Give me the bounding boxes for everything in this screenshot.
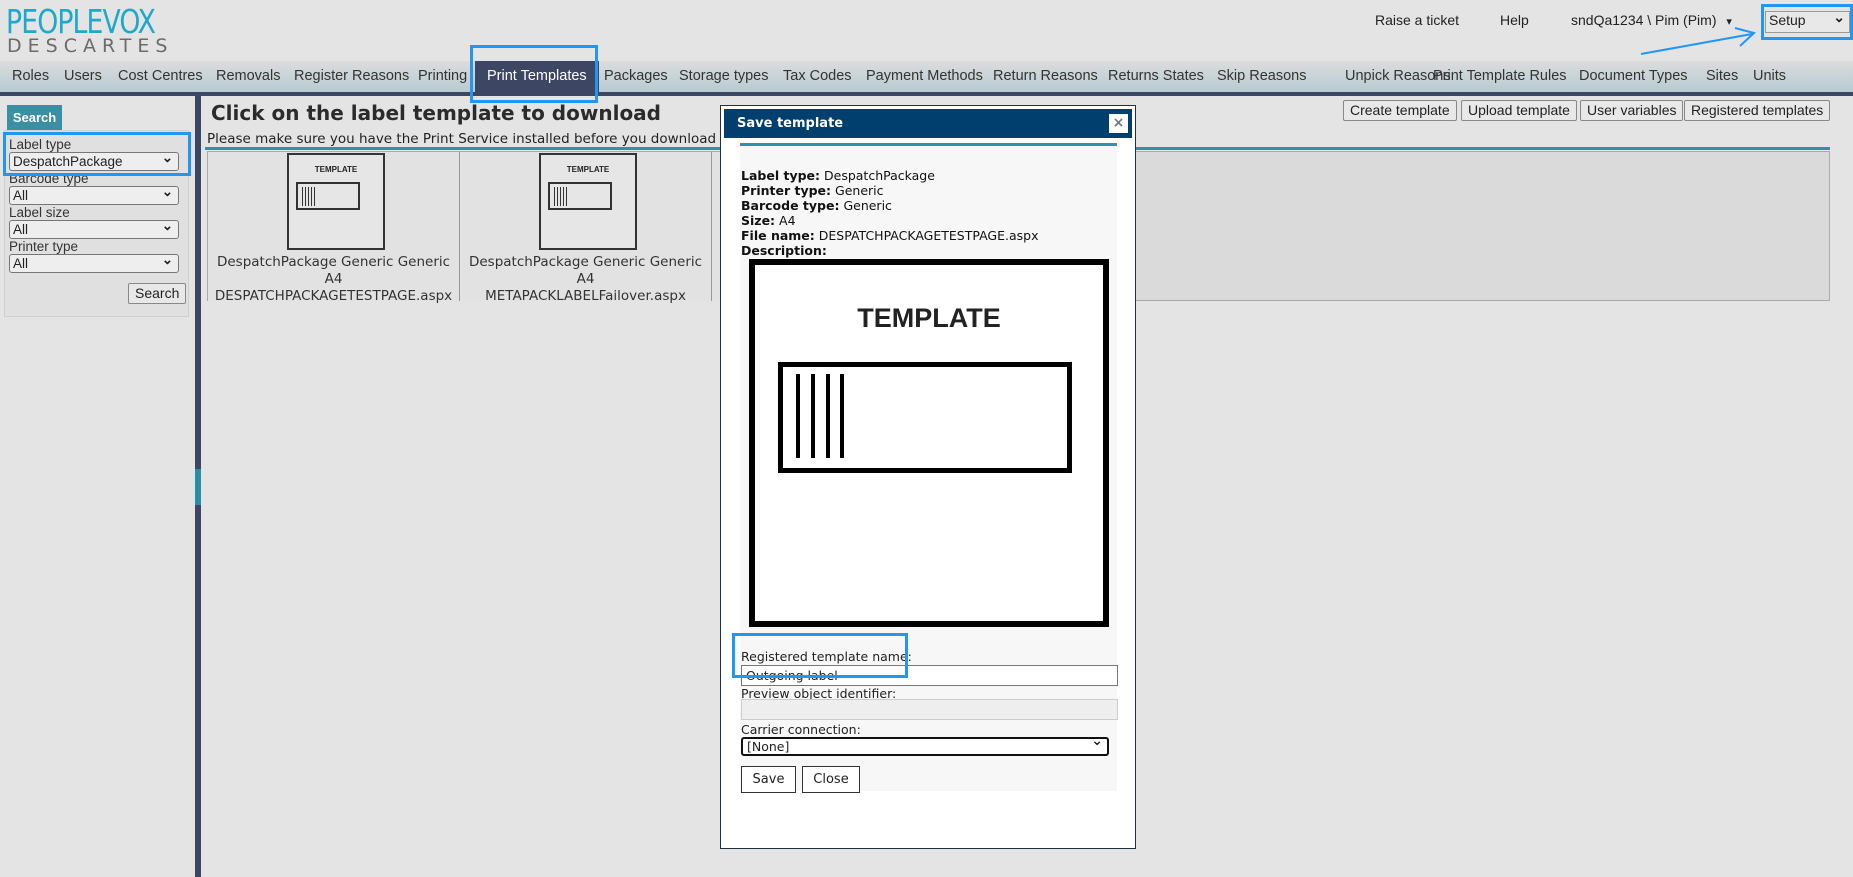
template-thumbnail: TEMPLATE: [539, 153, 637, 250]
info-value: DESPATCHPACKAGETESTPAGE.aspx: [818, 228, 1039, 243]
template-tile[interactable]: TEMPLATE DespatchPackage Generic Generic…: [208, 152, 460, 304]
registered-name-input[interactable]: Outgoing label: [741, 665, 1118, 686]
nav-item-units[interactable]: Units: [1753, 61, 1786, 92]
template-preview: TEMPLATE: [749, 259, 1109, 627]
info-row: Barcode type: Generic: [741, 198, 1039, 213]
info-value: A4: [779, 213, 796, 228]
info-key: Printer type:: [741, 183, 832, 198]
label-type-label: Label type: [9, 137, 72, 152]
thumb-text: TEMPLATE: [314, 165, 358, 174]
nav-item-register-reasons[interactable]: Register Reasons: [294, 61, 409, 92]
caret-down-icon: ▾: [1726, 16, 1732, 28]
splitter-handle[interactable]: [195, 469, 201, 505]
dialog-title: Save template ×: [724, 109, 1132, 138]
info-key: Description:: [741, 243, 827, 258]
info-key: Label type:: [741, 168, 821, 183]
nav-item-printing[interactable]: Printing: [418, 61, 467, 92]
nav-item-storage-types[interactable]: Storage types: [679, 61, 768, 92]
template-caption-line1: DespatchPackage Generic Generic A4: [216, 254, 451, 287]
info-row: Label type: DespatchPackage: [741, 168, 1039, 183]
close-icon[interactable]: ×: [1109, 114, 1128, 133]
template-caption-line2: METAPACKLABELFailover.aspx: [485, 288, 686, 304]
registered-name-label: Registered template name:: [741, 649, 912, 664]
nav-item-document-types[interactable]: Document Types: [1579, 61, 1688, 92]
template-info: Label type: DespatchPackage Printer type:…: [741, 168, 1039, 258]
close-button[interactable]: Close: [802, 766, 860, 793]
raise-ticket-link[interactable]: Raise a ticket: [1375, 12, 1459, 28]
upload-template-button[interactable]: Upload template: [1461, 100, 1577, 121]
info-value: Generic: [835, 183, 884, 198]
preview-id-input[interactable]: [741, 699, 1118, 720]
search-tab[interactable]: Search: [7, 105, 62, 130]
help-link[interactable]: Help: [1500, 12, 1529, 28]
logo-descartes: DESCARTES: [7, 35, 174, 57]
printer-type-label: Printer type: [9, 239, 79, 254]
info-value: DespatchPackage: [824, 168, 935, 183]
nav-item-users[interactable]: Users: [64, 61, 102, 92]
info-key: Barcode type:: [741, 198, 840, 213]
barcode-type-select[interactable]: All: [9, 183, 179, 205]
preview-text: TEMPLATE: [857, 303, 1001, 333]
nav-item-roles[interactable]: Roles: [12, 61, 49, 92]
nav-divider: [0, 92, 1853, 96]
setup-nav: Roles Users Cost Centres Removals Register R…: [0, 61, 1853, 92]
registered-templates-button[interactable]: Registered templates: [1684, 100, 1831, 121]
nav-item-tax-codes[interactable]: Tax Codes: [783, 61, 852, 92]
nav-item-skip-reasons[interactable]: Skip Reasons: [1217, 61, 1306, 92]
carrier-select[interactable]: [None]: [741, 734, 1109, 756]
print-service-note: Please make sure you have the Print Serv…: [207, 131, 720, 147]
nav-item-packages[interactable]: Packages: [604, 61, 668, 92]
nav-item-payment-methods[interactable]: Payment Methods: [866, 61, 983, 92]
save-template-dialog: Save template × Label type: DespatchPack…: [720, 105, 1136, 849]
template-caption-line2: DESPATCHPACKAGETESTPAGE.aspx: [214, 288, 453, 304]
save-button[interactable]: Save: [741, 766, 796, 793]
search-button[interactable]: Search: [128, 283, 187, 304]
setup-select-value: Setup: [1769, 12, 1806, 28]
user-name: sndQa1234 \ Pim (Pim): [1571, 12, 1717, 28]
dialog-content: Label type: DespatchPackage Printer type:…: [740, 143, 1118, 793]
printer-type-select[interactable]: All: [9, 251, 179, 273]
template-tile[interactable]: TEMPLATE DespatchPackage Generic Generic…: [460, 152, 712, 304]
label-size-label: Label size: [9, 205, 70, 220]
info-key: File name:: [741, 228, 815, 243]
nav-item-sites[interactable]: Sites: [1706, 61, 1738, 92]
label-size-select[interactable]: All: [9, 217, 179, 239]
nav-item-print-templates[interactable]: Print Templates: [475, 61, 599, 92]
info-row: Printer type: Generic: [741, 183, 1039, 198]
label-type-select[interactable]: DespatchPackage: [9, 149, 179, 171]
info-key: Size:: [741, 213, 776, 228]
info-row: File name: DESPATCHPACKAGETESTPAGE.aspx: [741, 228, 1039, 243]
chevron-down-icon: ⌄: [1833, 9, 1845, 25]
template-caption-line1: DespatchPackage Generic Generic A4: [468, 254, 703, 287]
thumb-text: TEMPLATE: [566, 165, 610, 174]
info-row: Description:: [741, 243, 1039, 258]
setup-select[interactable]: Setup ⌄: [1765, 9, 1850, 33]
nav-item-print-template-rules[interactable]: Print Template Rules: [1433, 61, 1567, 92]
nav-item-removals[interactable]: Removals: [216, 61, 280, 92]
carrier-label: Carrier connection:: [741, 722, 861, 737]
info-value: Generic: [843, 198, 892, 213]
user-variables-button[interactable]: User variables: [1580, 100, 1684, 121]
page-title: Click on the label template to download: [211, 101, 661, 125]
create-template-button[interactable]: Create template: [1343, 100, 1457, 121]
barcode-type-label: Barcode type: [9, 171, 89, 186]
template-thumbnail: TEMPLATE: [287, 153, 385, 250]
nav-item-cost-centres[interactable]: Cost Centres: [118, 61, 203, 92]
nav-item-returns-states[interactable]: Returns States: [1108, 61, 1204, 92]
nav-item-return-reasons[interactable]: Return Reasons: [993, 61, 1098, 92]
user-menu[interactable]: sndQa1234 \ Pim (Pim) ▾: [1571, 12, 1732, 28]
info-row: Size: A4: [741, 213, 1039, 228]
